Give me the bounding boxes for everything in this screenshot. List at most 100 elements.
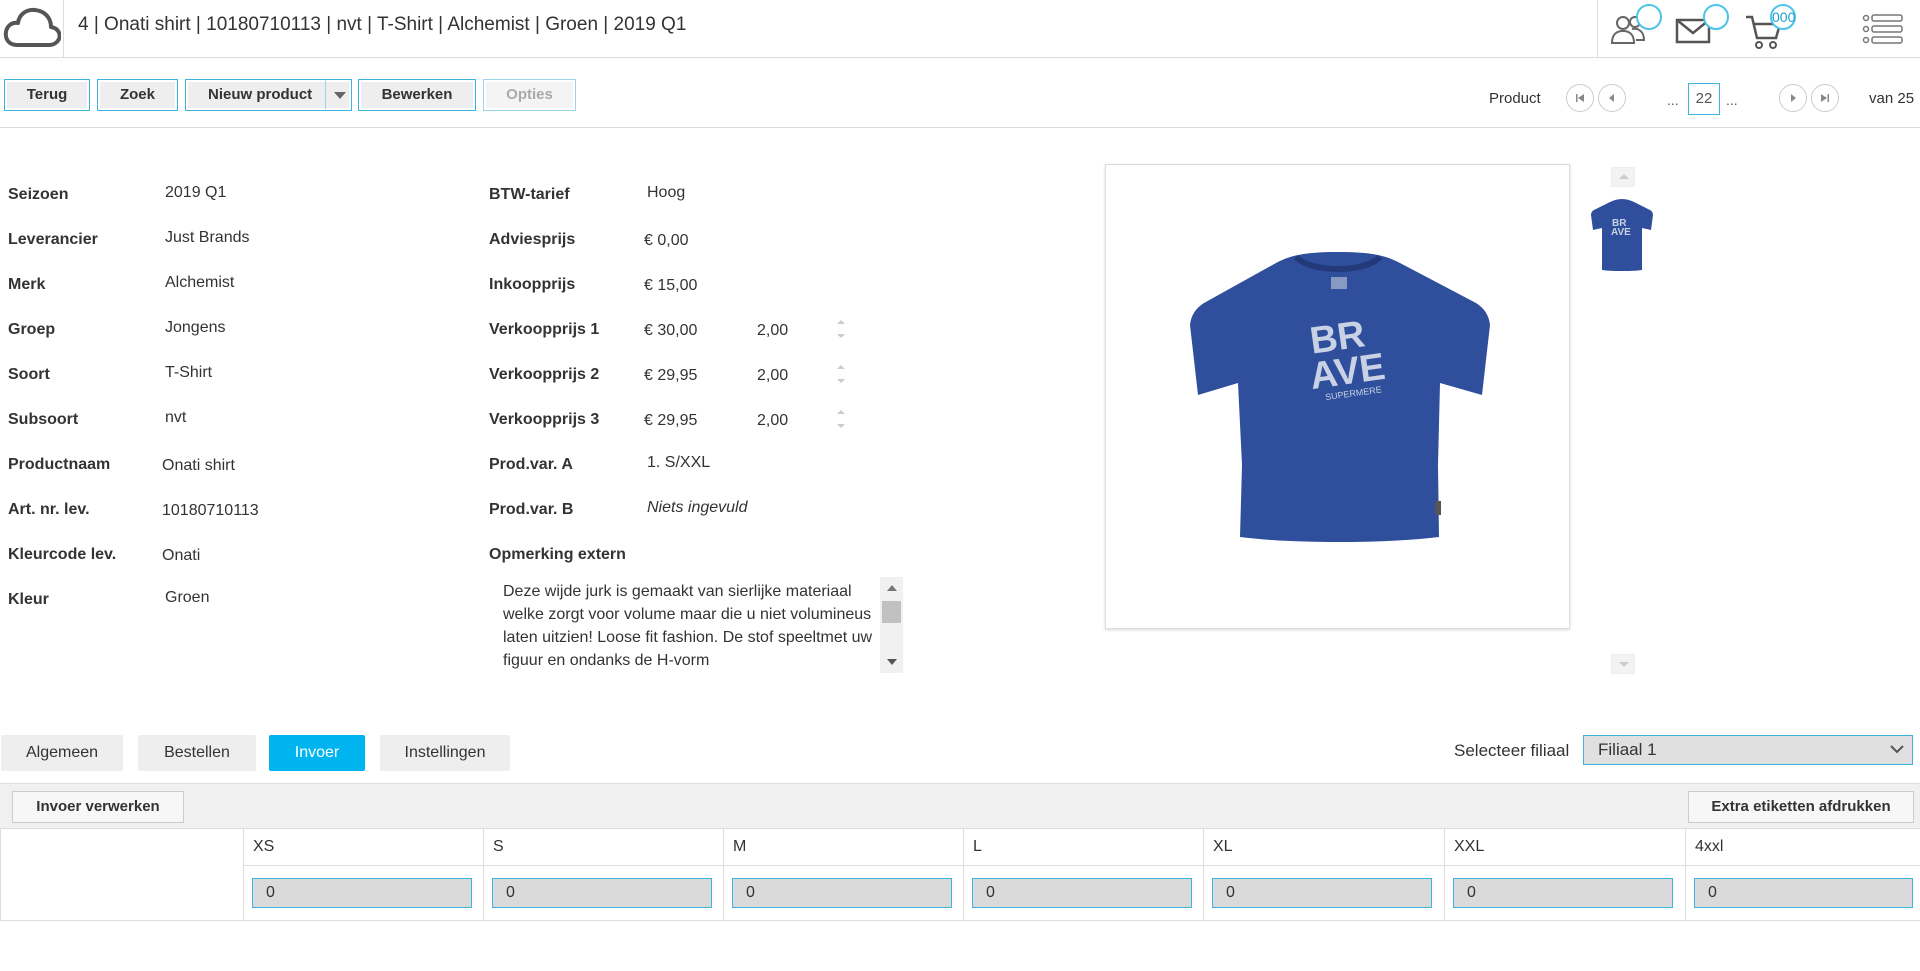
invoer-verwerken-button[interactable]: Invoer verwerken bbox=[12, 791, 184, 823]
filiaal-select[interactable]: Filiaal 1 bbox=[1583, 735, 1913, 765]
label-opmerking-extern: Opmerking extern bbox=[489, 546, 626, 563]
label-adviesprijs: Adviesprijs bbox=[489, 231, 576, 248]
qty-input-xl[interactable]: 0 bbox=[1212, 878, 1432, 908]
qty-input-4xxl[interactable]: 0 bbox=[1694, 878, 1913, 908]
value-adviesprijs[interactable]: € 0,00 bbox=[644, 232, 688, 250]
users-badge bbox=[1636, 4, 1662, 30]
tab-instellingen[interactable]: Instellingen bbox=[380, 735, 510, 771]
row-spacer bbox=[1, 866, 243, 867]
app-logo[interactable] bbox=[0, 0, 64, 58]
thumbnails-down-button[interactable] bbox=[1611, 654, 1635, 674]
qty-input-s[interactable]: 0 bbox=[492, 878, 712, 908]
opmerking-extern-textarea[interactable]: Deze wijde jurk is gemaakt van sierlijke… bbox=[492, 577, 904, 673]
label-verkoopprijs-3: Verkoopprijs 3 bbox=[489, 411, 600, 428]
size-cell: 0 bbox=[723, 866, 963, 920]
search-button[interactable]: Zoek bbox=[97, 79, 178, 111]
value-seizoen[interactable]: 2019 Q1 bbox=[165, 184, 226, 202]
back-button[interactable]: Terug bbox=[4, 79, 90, 111]
value-art-nr-lev[interactable]: 10180710113 bbox=[162, 502, 259, 520]
product-thumbnail[interactable]: BR AVE bbox=[1582, 196, 1662, 276]
scroll-down-icon[interactable] bbox=[887, 659, 897, 665]
users-button[interactable] bbox=[1608, 4, 1662, 52]
pager-prev-button[interactable] bbox=[1598, 84, 1626, 112]
label-prodvar-a: Prod.var. A bbox=[489, 456, 573, 473]
value-verkoopprijs-3[interactable]: € 29,95 bbox=[644, 412, 697, 430]
label-btw-tarief: BTW-tarief bbox=[489, 186, 570, 203]
label-leverancier: Leverancier bbox=[8, 231, 98, 248]
factor-1-spinner[interactable] bbox=[835, 316, 847, 344]
value-merk[interactable]: Alchemist bbox=[165, 274, 234, 292]
value-productnaam[interactable]: Onati shirt bbox=[162, 457, 235, 475]
scroll-thumb[interactable] bbox=[882, 601, 901, 623]
value-inkoopprijs[interactable]: € 15,00 bbox=[644, 277, 697, 295]
new-product-label: Nieuw product bbox=[208, 86, 313, 103]
invoer-toolbar: Invoer verwerken Extra etiketten afdrukk… bbox=[0, 783, 1920, 829]
value-prodvar-b[interactable]: Niets ingevuld bbox=[647, 499, 748, 517]
label-art-nr-lev: Art. nr. lev. bbox=[8, 501, 90, 518]
factor-3-spinner[interactable] bbox=[835, 406, 847, 434]
value-soort[interactable]: T-Shirt bbox=[165, 364, 212, 382]
qty-input-l[interactable]: 0 bbox=[972, 878, 1192, 908]
factor-2-spinner[interactable] bbox=[835, 361, 847, 389]
value-groep[interactable]: Jongens bbox=[165, 319, 226, 337]
edit-button[interactable]: Bewerken bbox=[358, 79, 476, 111]
qty-input-xs[interactable]: 0 bbox=[252, 878, 472, 908]
messages-button[interactable] bbox=[1675, 4, 1729, 52]
tshirt-thumbnail: BR AVE bbox=[1591, 199, 1653, 271]
pager-dots-right: ... bbox=[1726, 92, 1738, 108]
size-table: XS S M L XL XXL 4xxl 0 0 0 0 0 0 0 bbox=[0, 829, 1920, 921]
value-subsoort[interactable]: nvt bbox=[165, 409, 186, 427]
value-kleurcode-lev[interactable]: Onati bbox=[162, 547, 200, 565]
pager-first-button[interactable] bbox=[1566, 84, 1594, 112]
menu-button[interactable] bbox=[1862, 6, 1910, 52]
toolbar: Terug Zoek Nieuw product Bewerken Opties… bbox=[0, 58, 1920, 128]
pager-next-button[interactable] bbox=[1779, 84, 1807, 112]
pager-label: Product bbox=[1489, 90, 1541, 107]
label-merk: Merk bbox=[8, 276, 46, 293]
factor-verkoopprijs-1[interactable]: 2,00 bbox=[757, 322, 788, 340]
size-cell: 0 bbox=[1444, 866, 1685, 920]
header-actions: 000 bbox=[1597, 0, 1920, 58]
size-header: 4xxl bbox=[1685, 829, 1920, 866]
cart-button[interactable]: 000 bbox=[1744, 4, 1796, 52]
value-kleur[interactable]: Groen bbox=[165, 589, 209, 607]
value-prodvar-a[interactable]: 1. S/XXL bbox=[647, 454, 710, 472]
pager-total: van 25 bbox=[1869, 90, 1915, 107]
cart-badge: 000 bbox=[1770, 4, 1796, 30]
qty-input-xxl[interactable]: 0 bbox=[1453, 878, 1673, 908]
new-product-button[interactable]: Nieuw product bbox=[185, 79, 352, 111]
tab-bestellen[interactable]: Bestellen bbox=[138, 735, 256, 771]
factor-verkoopprijs-3[interactable]: 2,00 bbox=[757, 412, 788, 430]
scroll-up-icon[interactable] bbox=[887, 585, 897, 591]
label-subsoort: Subsoort bbox=[8, 411, 79, 428]
new-product-dropdown-arrow[interactable] bbox=[325, 80, 351, 109]
value-verkoopprijs-2[interactable]: € 29,95 bbox=[644, 367, 697, 385]
pager-current[interactable]: 22 bbox=[1688, 83, 1720, 115]
filiaal-label: Selecteer filiaal bbox=[1454, 741, 1570, 760]
tab-algemeen[interactable]: Algemeen bbox=[1, 735, 123, 771]
size-header: XXL bbox=[1444, 829, 1685, 866]
value-verkoopprijs-1[interactable]: € 30,00 bbox=[644, 322, 697, 340]
thumbnails-up-button[interactable] bbox=[1611, 167, 1635, 187]
last-page-icon bbox=[1821, 94, 1829, 102]
label-prodvar-b: Prod.var. B bbox=[489, 501, 574, 518]
chevron-down-icon bbox=[1890, 745, 1904, 754]
qty-input-m[interactable]: 0 bbox=[732, 878, 952, 908]
size-cell: 0 bbox=[1203, 866, 1444, 920]
textarea-scrollbar[interactable] bbox=[880, 577, 903, 673]
options-button[interactable]: Opties bbox=[483, 79, 576, 111]
app-header: 4 | Onati shirt | 10180710113 | nvt | T-… bbox=[0, 0, 1920, 58]
factor-verkoopprijs-2[interactable]: 2,00 bbox=[757, 367, 788, 385]
label-groep: Groep bbox=[8, 321, 56, 338]
next-page-icon bbox=[1791, 94, 1796, 102]
product-image[interactable]: BR AVE SUPERMERE bbox=[1105, 164, 1570, 629]
value-leverancier[interactable]: Just Brands bbox=[165, 229, 249, 247]
label-productnaam: Productnaam bbox=[8, 456, 111, 473]
pager-last-button[interactable] bbox=[1811, 84, 1839, 112]
page-title: 4 | Onati shirt | 10180710113 | nvt | T-… bbox=[78, 14, 687, 35]
extra-etiketten-button[interactable]: Extra etiketten afdrukken bbox=[1688, 791, 1914, 823]
first-page-icon bbox=[1576, 94, 1584, 102]
tab-invoer[interactable]: Invoer bbox=[269, 735, 365, 771]
label-kleur: Kleur bbox=[8, 591, 49, 608]
value-btw-tarief[interactable]: Hoog bbox=[647, 184, 685, 202]
